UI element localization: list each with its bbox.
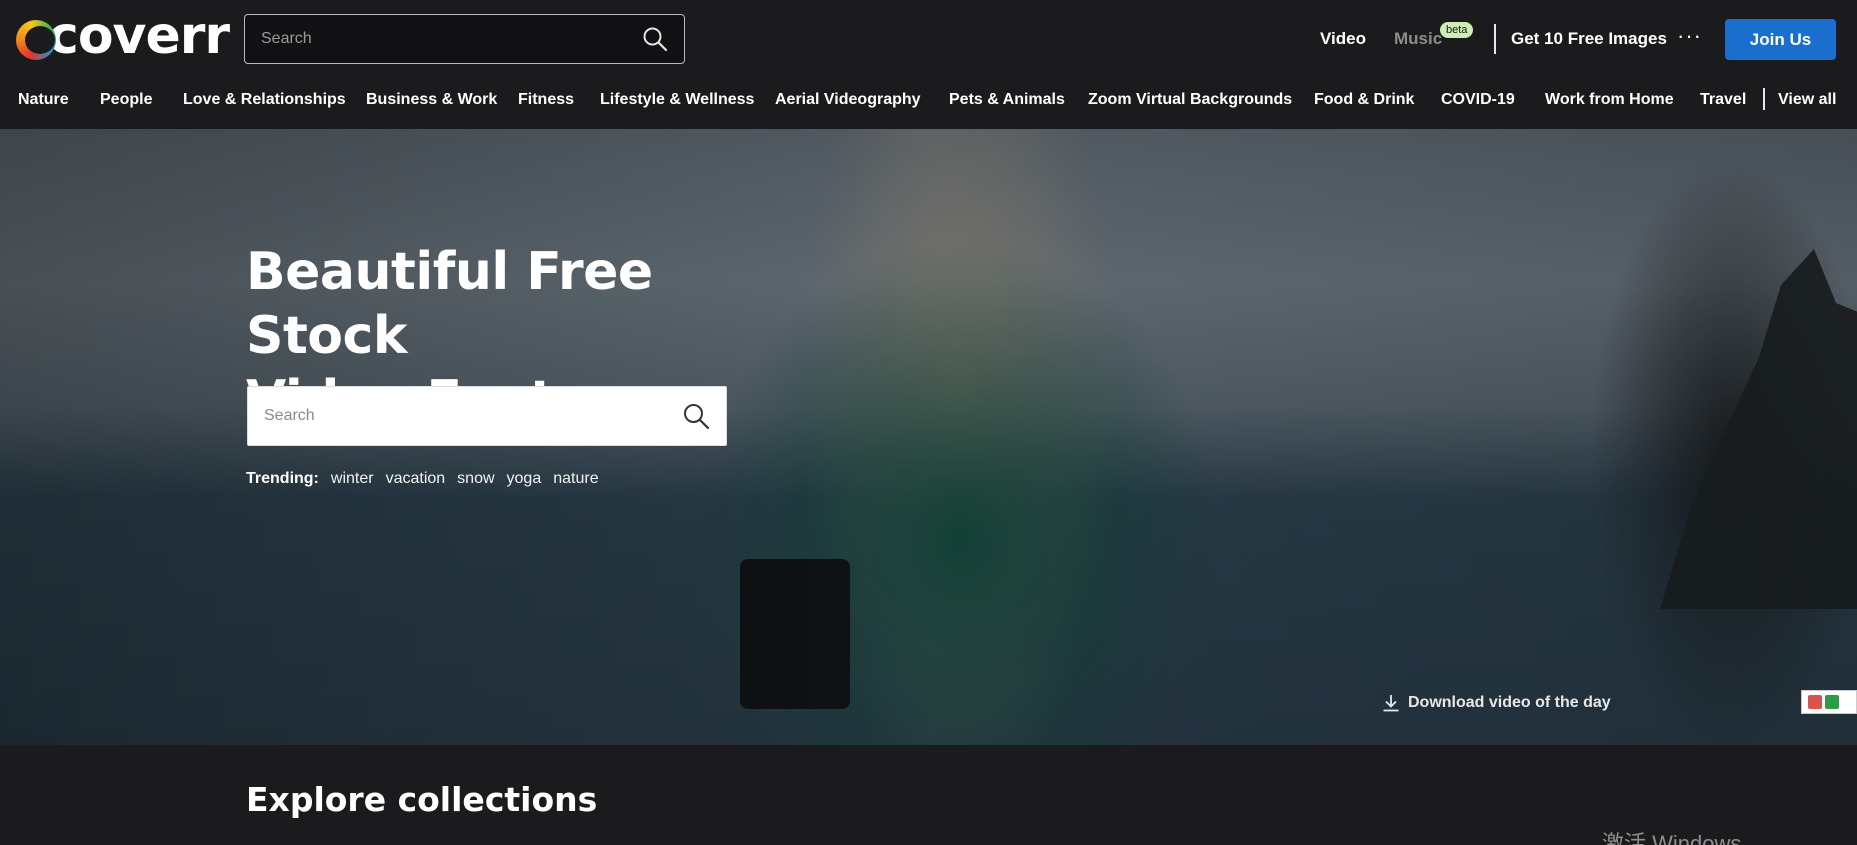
nav-free-images-link[interactable]: Get 10 Free Images bbox=[1511, 0, 1667, 78]
category-divider bbox=[1763, 88, 1765, 110]
trending-tag-nature[interactable]: nature bbox=[553, 470, 598, 488]
category-food-drink[interactable]: Food & Drink bbox=[1314, 78, 1414, 122]
logo-text: coverr bbox=[48, 6, 230, 66]
category-zoom-backgrounds[interactable]: Zoom Virtual Backgrounds bbox=[1088, 78, 1292, 122]
trending-label: Trending: bbox=[246, 470, 319, 487]
trending-tag-vacation[interactable]: vacation bbox=[386, 470, 446, 488]
category-view-all[interactable]: View all bbox=[1778, 78, 1836, 122]
category-people[interactable]: People bbox=[100, 78, 152, 122]
category-travel[interactable]: Travel bbox=[1700, 78, 1746, 122]
download-icon bbox=[1383, 695, 1399, 712]
nav-divider bbox=[1494, 24, 1496, 54]
top-header: coverr Video Music beta Get 10 Free Imag… bbox=[0, 0, 1857, 78]
nav-music-link[interactable]: Music bbox=[1394, 0, 1442, 78]
logo-rainbow-mark bbox=[16, 20, 56, 60]
category-love-relationships[interactable]: Love & Relationships bbox=[183, 78, 346, 122]
trending-tag-winter[interactable]: winter bbox=[331, 470, 374, 488]
category-nature[interactable]: Nature bbox=[18, 78, 69, 122]
explore-collections-heading: Explore collections bbox=[246, 780, 598, 819]
header-search-box bbox=[244, 14, 685, 64]
category-business-work[interactable]: Business & Work bbox=[366, 78, 497, 122]
category-nav: Nature People Love & Relationships Busin… bbox=[0, 78, 1857, 129]
category-covid-19[interactable]: COVID-19 bbox=[1441, 78, 1515, 122]
download-video-of-day-link[interactable]: Download video of the day bbox=[1382, 694, 1611, 712]
hero-title-line-1: Beautiful Free Stock bbox=[246, 242, 653, 366]
windows-activation-watermark: 激活 Windows bbox=[1602, 831, 1742, 845]
trending-tags: Trending: winter vacation snow yoga natu… bbox=[246, 470, 611, 488]
beta-badge: beta bbox=[1440, 22, 1474, 38]
sogou-icon bbox=[1825, 695, 1839, 709]
search-icon[interactable] bbox=[682, 402, 710, 430]
more-dots-icon[interactable]: ··· bbox=[1677, 25, 1702, 47]
category-fitness[interactable]: Fitness bbox=[518, 78, 574, 122]
category-aerial-videography[interactable]: Aerial Videography bbox=[775, 78, 921, 122]
hero-search-input[interactable] bbox=[264, 407, 682, 425]
browser-extension-widget[interactable] bbox=[1801, 690, 1857, 714]
category-work-from-home[interactable]: Work from Home bbox=[1545, 78, 1674, 122]
nav-video-link[interactable]: Video bbox=[1320, 0, 1366, 78]
download-label: Download video of the day bbox=[1408, 694, 1611, 711]
join-us-button[interactable]: Join Us bbox=[1725, 19, 1836, 60]
trending-tag-snow[interactable]: snow bbox=[457, 470, 494, 488]
category-lifestyle-wellness[interactable]: Lifestyle & Wellness bbox=[600, 78, 754, 122]
coverr-logo[interactable]: coverr bbox=[16, 6, 230, 66]
search-icon[interactable] bbox=[642, 26, 668, 52]
trending-tag-yoga[interactable]: yoga bbox=[507, 470, 542, 488]
pdf-icon bbox=[1808, 695, 1822, 709]
header-search-input[interactable] bbox=[261, 30, 642, 48]
category-pets-animals[interactable]: Pets & Animals bbox=[949, 78, 1065, 122]
hero-search-box bbox=[247, 386, 727, 446]
